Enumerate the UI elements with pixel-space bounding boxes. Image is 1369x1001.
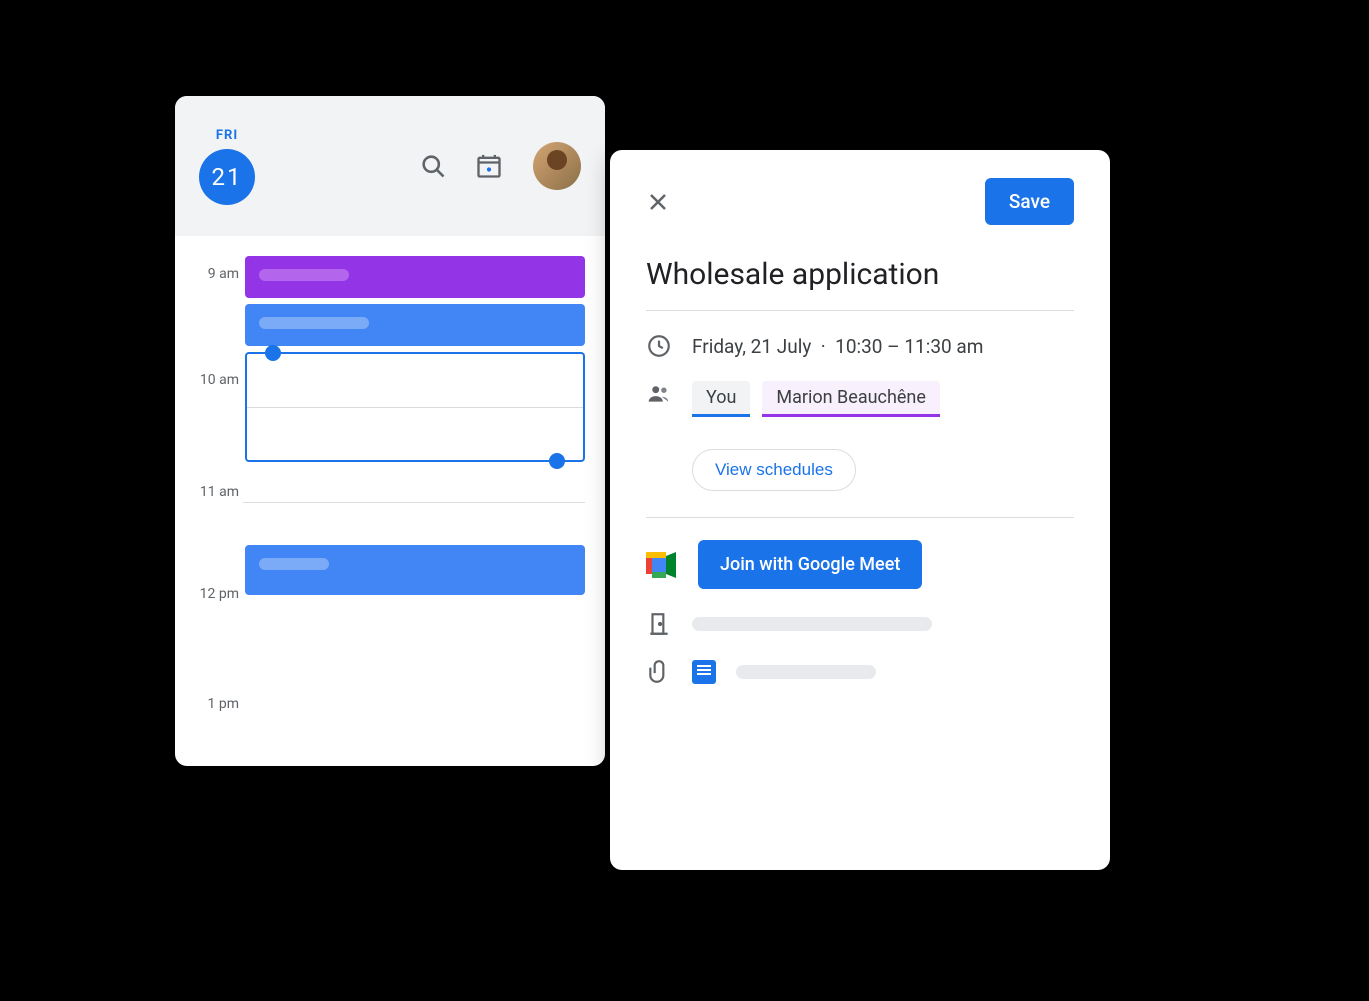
day-of-week-label: FRI [216, 128, 238, 143]
hour-label-12pm: 12 pm [191, 586, 239, 602]
attachment-icon [646, 659, 672, 685]
slot-handle-start[interactable] [265, 345, 281, 361]
calendar-event-blue-1[interactable] [245, 304, 585, 346]
date-block[interactable]: FRI 21 [199, 128, 255, 205]
divider [646, 310, 1074, 311]
hour-gridline [247, 407, 583, 408]
schedule-grid[interactable]: 9 am 10 am 11 am 12 pm 1 pm [175, 236, 605, 621]
location-placeholder [692, 617, 932, 631]
google-doc-icon[interactable] [692, 660, 716, 684]
calendar-today-icon[interactable] [475, 152, 503, 180]
attendee-chip-guest[interactable]: Marion Beauchêne [762, 381, 940, 417]
save-button[interactable]: Save [985, 178, 1074, 225]
hour-label-11am: 11 am [191, 484, 239, 500]
hour-label-1pm: 1 pm [191, 696, 239, 712]
panel-header: Save [646, 178, 1074, 225]
hour-label-9am: 9 am [191, 266, 239, 282]
event-time: 10:30 – 11:30 am [835, 335, 983, 358]
location-row[interactable] [646, 611, 1074, 637]
event-datetime-row[interactable]: Friday, 21 July · 10:30 – 11:30 am [646, 333, 1074, 359]
search-icon[interactable] [419, 152, 447, 180]
attachment-row[interactable] [646, 659, 1074, 685]
close-icon[interactable] [646, 190, 670, 214]
event-date: Friday, 21 July [692, 335, 811, 358]
clock-icon [646, 333, 672, 359]
divider [646, 517, 1074, 518]
hour-gridline [243, 502, 585, 503]
calendar-day-card: FRI 21 9 am 10 am 11 am 12 pm [175, 96, 605, 766]
attachment-placeholder [736, 665, 876, 679]
people-icon [646, 381, 672, 407]
event-title-placeholder [259, 317, 369, 329]
attendee-chip-you[interactable]: You [692, 381, 750, 417]
avatar[interactable] [533, 142, 581, 190]
room-icon [646, 611, 672, 637]
event-datetime-text: Friday, 21 July · 10:30 – 11:30 am [692, 335, 983, 358]
calendar-event-purple[interactable] [245, 256, 585, 298]
attendee-chips: You Marion Beauchêne [692, 381, 948, 417]
calendar-header: FRI 21 [175, 96, 605, 236]
time-slot-selection[interactable] [245, 352, 585, 462]
join-google-meet-button[interactable]: Join with Google Meet [698, 540, 922, 589]
google-meet-row: Join with Google Meet [646, 540, 1074, 589]
attendees-row: You Marion Beauchêne [646, 381, 1074, 417]
google-meet-icon [646, 552, 678, 578]
slot-handle-end[interactable] [549, 453, 565, 469]
view-schedules-button[interactable]: View schedules [692, 449, 856, 491]
event-title-input[interactable]: Wholesale application [646, 257, 1074, 292]
event-detail-panel: Save Wholesale application Friday, 21 Ju… [610, 150, 1110, 870]
event-title-placeholder [259, 558, 329, 570]
date-number: 21 [199, 149, 255, 205]
event-title-placeholder [259, 269, 349, 281]
hour-label-10am: 10 am [191, 372, 239, 388]
calendar-event-blue-2[interactable] [245, 545, 585, 595]
